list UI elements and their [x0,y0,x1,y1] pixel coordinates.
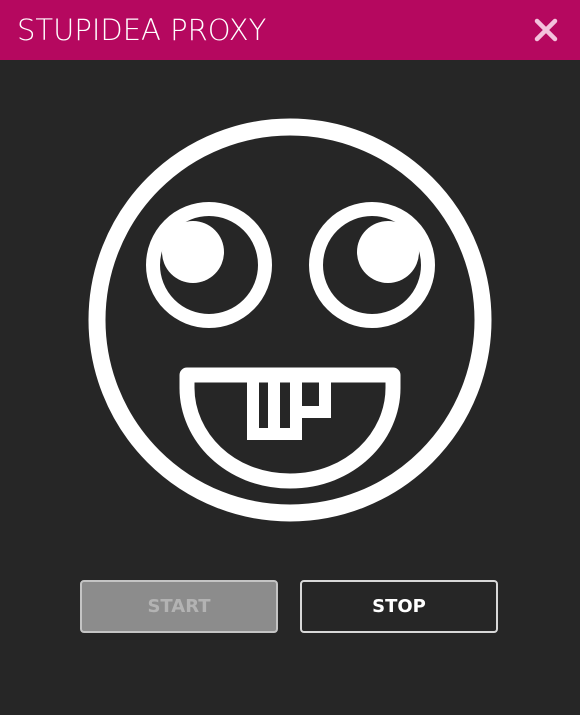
stop-button-label: STOP [372,596,426,617]
goofy-face-icon [86,116,494,524]
start-button-label: START [147,596,211,617]
close-button[interactable] [530,14,562,46]
close-icon [534,18,558,42]
window-title: STUPIDEA PROXY [17,13,267,47]
start-button[interactable]: START [80,580,278,633]
stop-button[interactable]: STOP [300,580,498,633]
app-window: STUPIDEA PROXY START STOP [0,0,580,715]
title-bar: STUPIDEA PROXY [0,0,580,60]
